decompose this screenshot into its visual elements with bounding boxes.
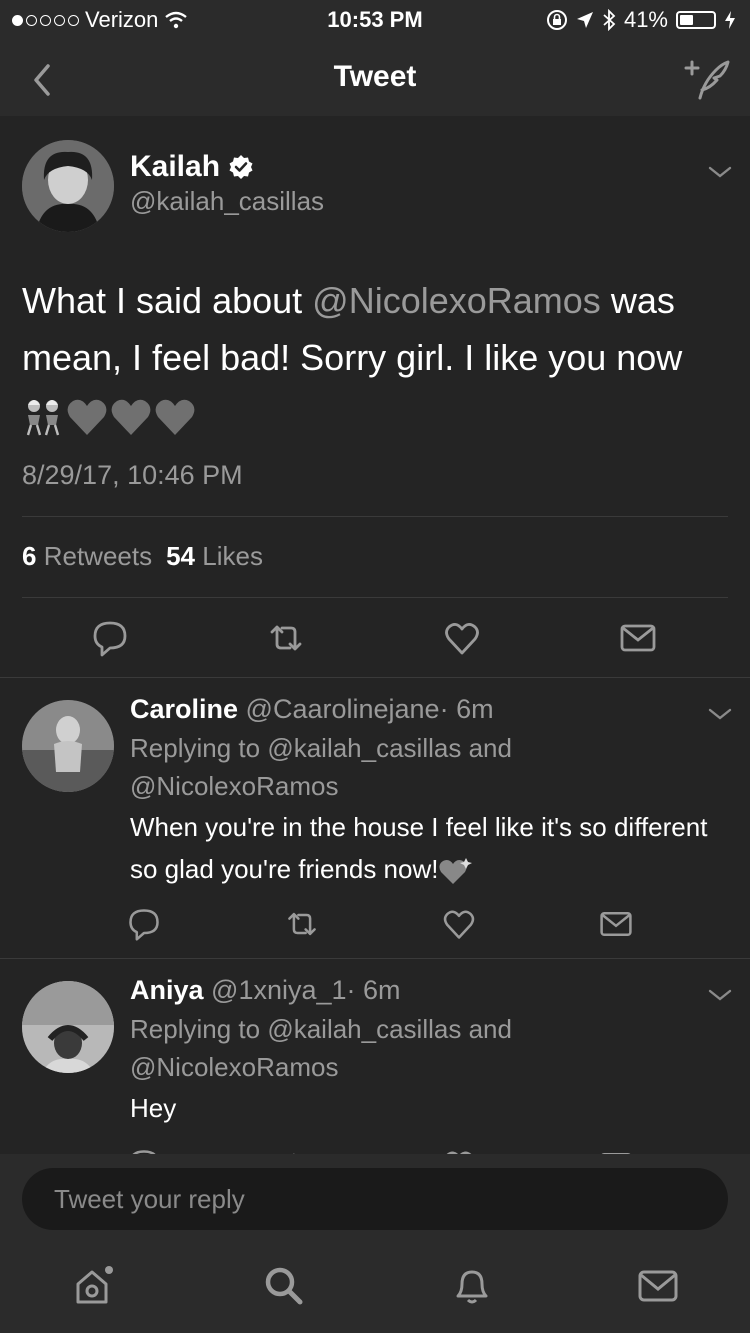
replying-prefix: Replying to bbox=[130, 733, 268, 763]
home-icon[interactable] bbox=[72, 1264, 116, 1308]
retweets-stat[interactable]: 6 Retweets bbox=[22, 541, 152, 572]
retweet-icon[interactable] bbox=[284, 906, 320, 942]
heart-emoji-icon bbox=[439, 858, 473, 885]
bluetooth-icon bbox=[603, 9, 616, 31]
reply-item[interactable]: Aniya @1xniya_1· 6m Replying to @kailah_… bbox=[0, 959, 750, 1154]
chevron-down-icon[interactable] bbox=[706, 162, 734, 182]
tweet-timestamp: 8/29/17, 10:46 PM bbox=[22, 460, 243, 490]
reply-icon[interactable] bbox=[90, 618, 130, 658]
tweet-text: What I said about @NicolexoRamos was mea… bbox=[22, 272, 722, 443]
divider bbox=[22, 516, 728, 517]
reply-author-name[interactable]: Caroline bbox=[130, 694, 238, 724]
replying-user-link[interactable]: @kailah_casillas bbox=[267, 1014, 461, 1044]
reply-icon[interactable] bbox=[126, 1147, 162, 1154]
reply-text: Hey bbox=[130, 1087, 710, 1129]
chevron-down-icon[interactable] bbox=[706, 985, 734, 1005]
likes-stat[interactable]: 54 Likes bbox=[166, 541, 263, 572]
author-name[interactable]: Kailah bbox=[130, 150, 220, 184]
author-name-row: Kailah bbox=[130, 150, 254, 184]
reply-icon[interactable] bbox=[126, 906, 162, 942]
reply-author-name[interactable]: Aniya bbox=[130, 975, 204, 1005]
replying-prefix: Replying to bbox=[130, 1014, 268, 1044]
compose-tweet-icon[interactable] bbox=[682, 56, 732, 100]
retweets-label: Retweets bbox=[43, 541, 153, 571]
replying-user-link[interactable]: @NicolexoRamos bbox=[130, 771, 338, 801]
orientation-lock-icon bbox=[546, 10, 567, 30]
avatar[interactable] bbox=[22, 700, 114, 792]
heart-emoji-icon bbox=[155, 400, 195, 436]
avatar[interactable] bbox=[22, 140, 114, 232]
direct-message-icon[interactable] bbox=[618, 618, 658, 658]
page-title: Tweet bbox=[333, 60, 417, 93]
reply-header: Aniya @1xniya_1· 6m bbox=[130, 975, 401, 1006]
reply-header: Caroline @Caarolinejane· 6m bbox=[130, 694, 494, 725]
reply-body: When you're in the house I feel like it'… bbox=[130, 812, 708, 884]
replying-and: and bbox=[461, 1014, 512, 1044]
location-icon bbox=[576, 12, 593, 28]
reply-time: · 6m bbox=[346, 975, 401, 1005]
replying-user-link[interactable]: @kailah_casillas bbox=[267, 733, 461, 763]
reply-time: · 6m bbox=[439, 694, 494, 724]
main-tweet: Kailah @kailah_casillas What I said abou… bbox=[0, 116, 750, 678]
reply-author-handle[interactable]: @Caarolinejane bbox=[246, 694, 440, 724]
replying-user-link[interactable]: @NicolexoRamos bbox=[130, 1052, 338, 1082]
likes-label: Likes bbox=[202, 541, 263, 571]
replying-to: Replying to @kailah_casillas and @Nicole… bbox=[130, 1010, 512, 1086]
notifications-icon[interactable] bbox=[450, 1264, 494, 1308]
direct-message-icon[interactable] bbox=[598, 1147, 634, 1154]
heart-emoji-icon bbox=[67, 400, 107, 436]
direct-message-icon[interactable] bbox=[598, 906, 634, 942]
nav-bar: Tweet bbox=[0, 40, 750, 116]
author-handle[interactable]: @kailah_casillas bbox=[130, 186, 324, 217]
status-right: 41% bbox=[546, 7, 736, 33]
dancers-emoji-icon bbox=[26, 400, 60, 436]
chevron-down-icon[interactable] bbox=[706, 704, 734, 724]
reply-body: Hey bbox=[130, 1093, 177, 1123]
divider bbox=[22, 597, 728, 598]
likes-count: 54 bbox=[166, 541, 196, 571]
reply-author-handle[interactable]: @1xniya_1 bbox=[211, 975, 347, 1005]
status-bar: Verizon 10:53 PM 41% bbox=[0, 0, 750, 40]
like-icon[interactable] bbox=[441, 1147, 477, 1154]
retweet-icon[interactable] bbox=[284, 1147, 320, 1154]
battery-fill bbox=[680, 15, 694, 25]
retweets-count: 6 bbox=[22, 541, 37, 571]
like-icon[interactable] bbox=[442, 618, 482, 658]
tweet-mention-link[interactable]: @NicolexoRamos bbox=[312, 280, 601, 321]
battery-percent: 41% bbox=[623, 7, 668, 32]
bottom-bar bbox=[0, 1154, 750, 1333]
replying-and: and bbox=[461, 733, 512, 763]
reply-input[interactable] bbox=[22, 1168, 728, 1230]
search-icon[interactable] bbox=[262, 1264, 306, 1308]
battery-icon bbox=[676, 11, 716, 29]
replying-to: Replying to @kailah_casillas and @Nicole… bbox=[130, 729, 512, 805]
avatar[interactable] bbox=[22, 981, 114, 1073]
messages-icon[interactable] bbox=[636, 1264, 680, 1308]
reply-item[interactable]: Caroline @Caarolinejane· 6m Replying to … bbox=[0, 678, 750, 959]
verified-icon bbox=[229, 155, 253, 179]
emoji-row bbox=[22, 397, 196, 437]
reply-text: When you're in the house I feel like it'… bbox=[130, 806, 710, 890]
tweet-text-start: What I said about bbox=[22, 280, 313, 321]
like-icon[interactable] bbox=[441, 906, 477, 942]
tweet-stats: 6 Retweets 54 Likes bbox=[22, 541, 263, 572]
charging-icon bbox=[725, 11, 735, 29]
heart-emoji-icon bbox=[111, 400, 151, 436]
retweet-icon[interactable] bbox=[266, 618, 306, 658]
